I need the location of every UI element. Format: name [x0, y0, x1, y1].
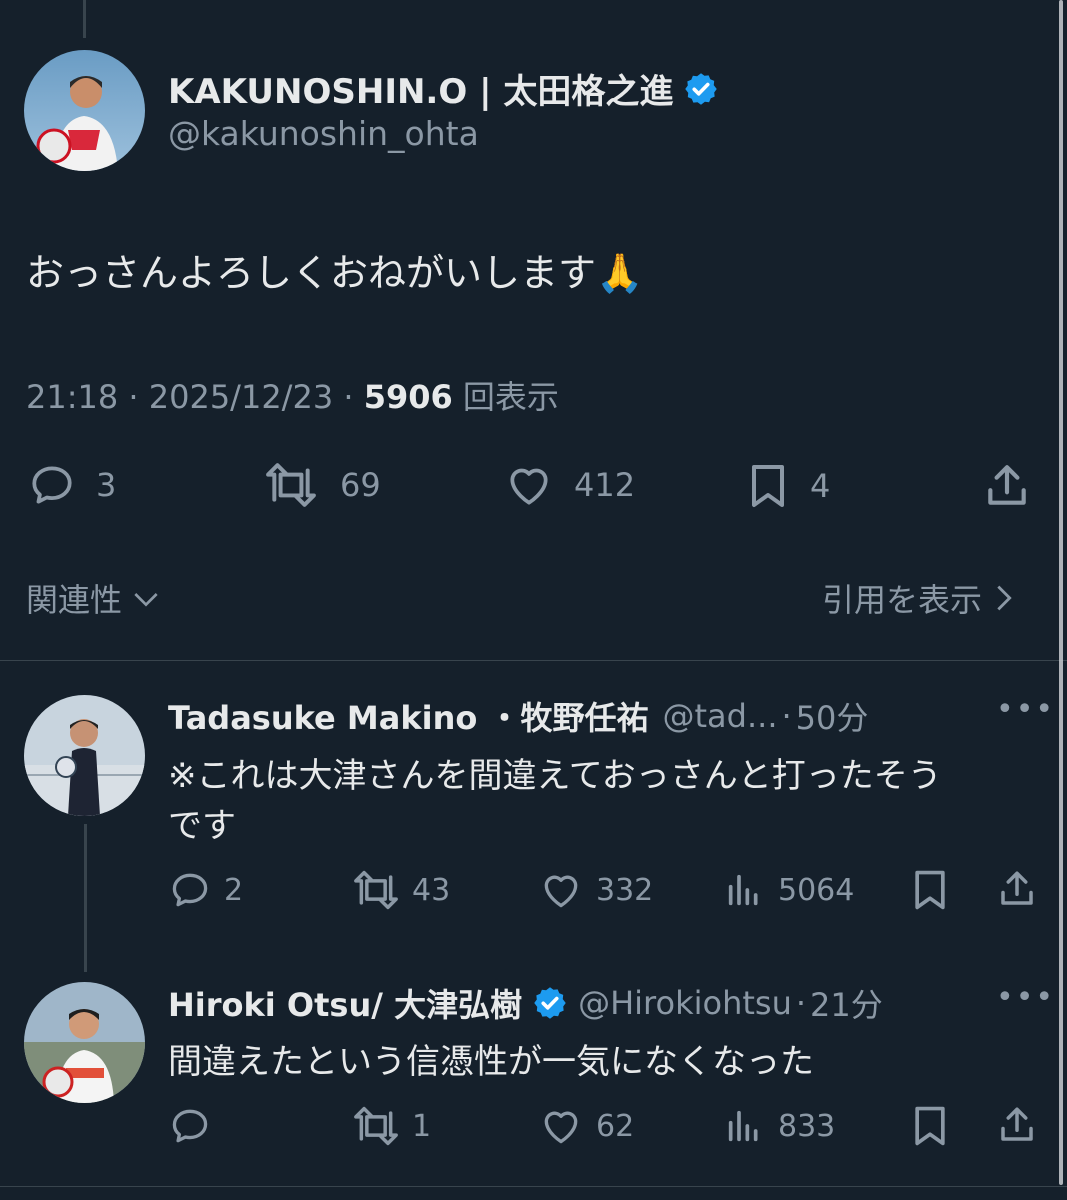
- reply2-views-button[interactable]: 833: [724, 1104, 835, 1148]
- main-reply-button[interactable]: 3: [26, 460, 116, 510]
- main-tweet-views-count: 5906: [363, 378, 453, 416]
- meta-separator: ·: [781, 697, 792, 735]
- reply2-retweet-count: 1: [412, 1108, 432, 1144]
- retweet-icon: [350, 1104, 402, 1148]
- main-like-count: 412: [574, 466, 636, 504]
- main-retweet-button[interactable]: 69: [260, 460, 381, 510]
- meta-separator: ·: [128, 378, 149, 416]
- bookmark-icon: [744, 460, 792, 512]
- reply2-views-count: 833: [778, 1108, 836, 1144]
- main-bookmark-button[interactable]: 4: [744, 460, 830, 512]
- chevron-down-icon: [130, 582, 162, 614]
- thread-line-top: [83, 0, 86, 38]
- reply1-share-button[interactable]: [996, 866, 1038, 912]
- main-tweet-meta: 21:18 · 2025/12/23 · 5906 回表示: [26, 372, 559, 418]
- reply1-reply-button[interactable]: 2: [168, 868, 243, 912]
- main-retweet-count: 69: [340, 466, 381, 504]
- like-icon: [538, 1104, 584, 1148]
- reply1-retweet-button[interactable]: 43: [350, 868, 450, 912]
- reply2-handle[interactable]: @Hirokiohtsu: [578, 984, 792, 1022]
- section-divider: [0, 660, 1067, 661]
- reply2-share-button[interactable]: [996, 1102, 1038, 1148]
- reply1-reply-count: 2: [224, 872, 244, 908]
- retweet-icon: [350, 868, 402, 912]
- main-author-avatar[interactable]: [24, 50, 145, 171]
- main-tweet-views-label: 回表示: [462, 378, 559, 416]
- reply1-like-count: 332: [596, 872, 654, 908]
- reply2-like-button[interactable]: 62: [538, 1104, 634, 1148]
- main-tweet-date[interactable]: 2025/12/23: [149, 378, 333, 416]
- sort-dropdown[interactable]: 関連性: [26, 575, 162, 621]
- reply1-handle[interactable]: @tad...: [663, 697, 778, 735]
- share-icon: [982, 460, 1032, 512]
- reply2-author-name[interactable]: Hiroki Otsu/ 大津弘樹: [168, 980, 522, 1026]
- view-quotes-link[interactable]: 引用を表示: [822, 575, 1016, 621]
- verified-badge-icon: [532, 985, 568, 1021]
- bookmark-icon: [908, 1102, 952, 1150]
- like-icon: [502, 460, 556, 510]
- scrollbar[interactable]: [1059, 0, 1063, 1185]
- reply1-like-button[interactable]: 332: [538, 868, 653, 912]
- reply2-text-line1: 間違えたという信憑性が一気になくなった: [168, 1042, 814, 1082]
- meta-separator: ·: [795, 984, 807, 1022]
- bookmark-icon: [908, 866, 952, 914]
- reply2-author-avatar[interactable]: [24, 982, 145, 1103]
- main-tweet-time[interactable]: 21:18: [26, 378, 118, 416]
- reply2-time[interactable]: 21分: [810, 980, 883, 1026]
- reply2-retweet-button[interactable]: 1: [350, 1104, 431, 1148]
- reply2-bookmark-button[interactable]: [908, 1102, 952, 1150]
- like-icon: [538, 868, 584, 912]
- main-like-button[interactable]: 412: [502, 460, 635, 510]
- main-tweet-text: おっさんよろしくおねがいします🙏: [26, 251, 644, 295]
- reply1-bookmark-button[interactable]: [908, 866, 952, 914]
- more-icon[interactable]: •••: [996, 692, 1055, 727]
- verified-badge-icon: [683, 71, 719, 107]
- reply2-like-count: 62: [596, 1108, 635, 1144]
- main-author-handle[interactable]: @kakunoshin_ohta: [168, 114, 479, 153]
- reply1-time[interactable]: 50分: [796, 693, 869, 739]
- bottom-divider: [0, 1186, 1067, 1187]
- share-icon: [996, 1102, 1038, 1148]
- reply-icon: [168, 868, 212, 912]
- thread-line: [84, 824, 87, 972]
- views-icon: [724, 868, 764, 912]
- main-share-button[interactable]: [982, 460, 1032, 512]
- retweet-icon: [260, 460, 322, 510]
- meta-separator: ·: [343, 378, 364, 416]
- reply1-text-line1: ※これは大津さんを間違えておっさんと打ったそう: [168, 756, 942, 796]
- share-icon: [996, 866, 1038, 912]
- reply1-retweet-count: 43: [412, 872, 451, 908]
- chevron-right-icon: [992, 581, 1016, 615]
- reply-icon: [168, 1104, 212, 1148]
- view-quotes-label: 引用を表示: [822, 581, 983, 619]
- main-reply-count: 3: [96, 466, 117, 504]
- main-author-name[interactable]: KAKUNOSHIN.O | 太田格之進: [168, 64, 673, 113]
- views-icon: [724, 1104, 764, 1148]
- reply1-views-count: 5064: [778, 872, 855, 908]
- reply1-views-button[interactable]: 5064: [724, 868, 854, 912]
- main-bookmark-count: 4: [810, 467, 831, 505]
- more-icon[interactable]: •••: [996, 980, 1055, 1015]
- reply1-author-avatar[interactable]: [24, 695, 145, 816]
- reply-icon: [26, 460, 78, 510]
- sort-label: 関連性: [26, 581, 123, 619]
- reply1-author-name[interactable]: Tadasuke Makino ・牧野任祐: [168, 693, 649, 739]
- reply2-reply-button[interactable]: [168, 1104, 212, 1148]
- reply1-text-line2: です: [168, 806, 236, 846]
